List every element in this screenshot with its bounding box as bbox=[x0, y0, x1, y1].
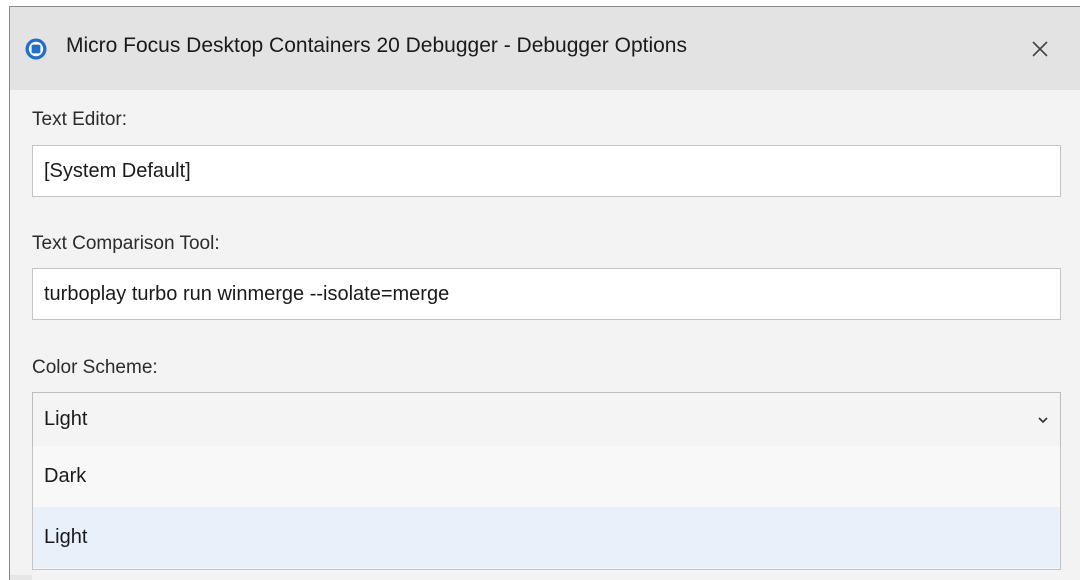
title-bar: Micro Focus Desktop Containers 20 Debugg… bbox=[10, 7, 1080, 90]
close-button[interactable] bbox=[1022, 31, 1058, 67]
color-scheme-selected-value: Light bbox=[44, 408, 88, 430]
text-comparison-tool-label: Text Comparison Tool: bbox=[32, 233, 220, 254]
color-scheme-option-dark[interactable]: Dark bbox=[33, 446, 1060, 507]
option-label: Light bbox=[44, 526, 88, 548]
option-label: Dark bbox=[44, 465, 87, 487]
dialog-content: Text Editor: [System Default] Text Compa… bbox=[10, 90, 1080, 580]
color-scheme-options-list: Dark Light bbox=[32, 446, 1061, 570]
app-logo-icon bbox=[25, 38, 47, 60]
text-editor-label: Text Editor: bbox=[32, 109, 128, 130]
window-title: Micro Focus Desktop Containers 20 Debugg… bbox=[66, 34, 687, 57]
chevron-down-icon bbox=[1038, 417, 1048, 424]
color-scheme-dropdown[interactable]: Light bbox=[32, 392, 1061, 447]
color-scheme-label: Color Scheme: bbox=[32, 357, 158, 378]
debugger-options-dialog: Micro Focus Desktop Containers 20 Debugg… bbox=[9, 6, 1080, 580]
close-icon bbox=[1032, 41, 1048, 57]
text-editor-input[interactable]: [System Default] bbox=[32, 145, 1061, 197]
divider bbox=[10, 575, 32, 580]
color-scheme-option-light[interactable]: Light bbox=[33, 507, 1060, 568]
text-comparison-tool-input[interactable]: turboplay turbo run winmerge --isolate=m… bbox=[32, 268, 1061, 320]
